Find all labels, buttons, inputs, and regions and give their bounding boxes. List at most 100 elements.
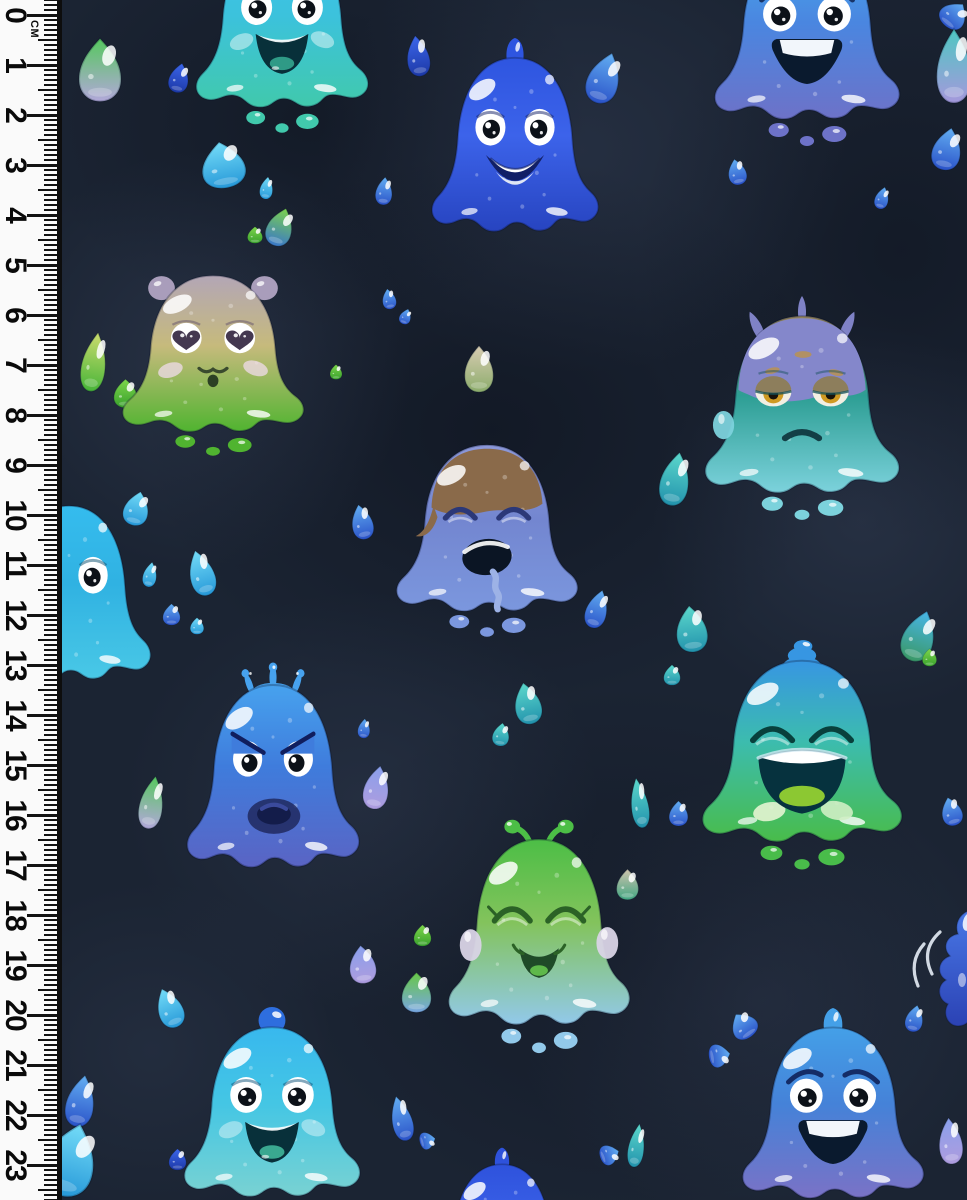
ruler-mm-tick: [44, 124, 57, 126]
ruler-mm-tick: [44, 374, 57, 376]
slime-droplet: [595, 1138, 624, 1171]
slime-droplet: [62, 1112, 114, 1200]
ruler-mm-tick: [44, 449, 57, 451]
ruler-mm-tick: [44, 174, 57, 176]
ruler-mm-tick: [38, 89, 57, 91]
ruler-mm-tick: [44, 494, 57, 496]
ruler-mm-tick: [44, 769, 57, 771]
ruler-mm-tick: [38, 1139, 57, 1141]
motion-squiggle-marks: [904, 928, 946, 994]
ruler-mm-tick: [44, 1029, 57, 1031]
slime-droplet: [666, 800, 691, 827]
ruler-mm-tick: [44, 84, 57, 86]
ruler-number: 9: [0, 457, 32, 473]
ruler-number: 19: [0, 949, 32, 980]
ruler-mm-tick: [44, 904, 57, 906]
ruler-mm-tick: [44, 1124, 57, 1126]
ruler-mm-tick: [44, 1129, 57, 1131]
ruler-mm-tick: [44, 319, 57, 321]
ruler-mm-tick: [44, 1119, 57, 1121]
ruler-mm-tick: [44, 519, 57, 521]
ruler-mm-tick: [44, 1024, 57, 1026]
ruler-mm-tick: [44, 144, 57, 146]
slime-droplet: [933, 1115, 967, 1168]
slime-droplet: [378, 287, 400, 312]
ruler-number: 4: [0, 207, 32, 223]
ruler-mm-tick: [44, 834, 57, 836]
ruler-mm-tick: [44, 284, 57, 286]
ruler-mm-tick: [38, 489, 57, 491]
ruler-mm-tick: [38, 539, 57, 541]
slime-droplet: [506, 678, 550, 729]
ruler-number: 8: [0, 407, 32, 423]
ruler-mm-tick: [44, 49, 57, 51]
ruler-mm-tick: [38, 339, 57, 341]
ruler-mm-tick: [44, 959, 57, 961]
ruler-mm-tick: [44, 574, 57, 576]
slime-droplet: [256, 175, 276, 201]
slime-droplet: [72, 36, 128, 104]
slime-droplet: [661, 664, 683, 686]
ruler-number: 7: [0, 357, 32, 373]
slime-droplet: [344, 501, 379, 544]
ruler-mm-tick: [44, 149, 57, 151]
monster-happy-cyan-ball: [176, 1006, 368, 1200]
slime-droplet: [245, 226, 265, 244]
ruler-mm-tick: [44, 369, 57, 371]
ruler-mm-tick: [44, 444, 57, 446]
ruler-mm-tick: [44, 1154, 57, 1156]
slime-droplet: [160, 603, 183, 626]
ruler-mm-tick: [44, 344, 57, 346]
ruler-mm-tick: [44, 24, 57, 26]
ruler-mm-tick: [44, 899, 57, 901]
ruler-mm-tick: [44, 1069, 57, 1071]
ruler-mm-tick: [44, 469, 57, 471]
ruler-mm-tick: [44, 269, 57, 271]
ruler-mm-tick: [44, 934, 57, 936]
ruler-mm-tick: [44, 654, 57, 656]
ruler-mm-tick: [44, 954, 57, 956]
ruler-mm-tick: [44, 194, 57, 196]
ruler-mm-tick: [44, 804, 57, 806]
ruler-mm-tick: [44, 1019, 57, 1021]
ruler-number: 16: [0, 799, 32, 830]
ruler-mm-tick: [44, 979, 57, 981]
ruler-mm-tick: [44, 454, 57, 456]
ruler-mm-tick: [44, 54, 57, 56]
ruler-mm-tick: [44, 699, 57, 701]
ruler-mm-tick: [44, 779, 57, 781]
ruler-mm-tick: [44, 869, 57, 871]
ruler-mm-tick: [44, 524, 57, 526]
ruler-mm-tick: [44, 154, 57, 156]
ruler-mm-tick: [44, 134, 57, 136]
slime-droplet: [924, 123, 967, 176]
slime-droplet: [934, 793, 967, 830]
ruler-mm-tick: [44, 709, 57, 711]
ruler-mm-tick: [44, 529, 57, 531]
ruler-mm-tick: [44, 579, 57, 581]
slime-droplet: [411, 924, 434, 947]
ruler-mm-tick: [44, 629, 57, 631]
ruler-mm-tick: [44, 559, 57, 561]
ruler-mm-tick: [44, 279, 57, 281]
ruler-mm-tick: [44, 774, 57, 776]
ruler-mm-tick: [44, 329, 57, 331]
ruler-mm-tick: [44, 849, 57, 851]
ruler-mm-tick: [44, 199, 57, 201]
ruler-mm-tick: [44, 1109, 57, 1111]
ruler-mm-tick: [44, 4, 57, 6]
slime-droplet: [488, 721, 513, 749]
ruler-mm-tick: [44, 759, 57, 761]
ruler-mm-tick: [44, 1134, 57, 1136]
ruler-mm-tick: [44, 584, 57, 586]
ruler-mm-tick: [44, 399, 57, 401]
ruler-mm-tick: [44, 34, 57, 36]
ruler-mm-tick: [44, 929, 57, 931]
ruler-mm-tick: [44, 404, 57, 406]
monster-grin-blue: [424, 36, 606, 274]
ruler-mm-tick: [44, 794, 57, 796]
ruler-mm-tick: [44, 354, 57, 356]
slime-droplet: [179, 544, 225, 601]
ruler-mm-tick: [44, 974, 57, 976]
ruler-mm-tick: [44, 599, 57, 601]
